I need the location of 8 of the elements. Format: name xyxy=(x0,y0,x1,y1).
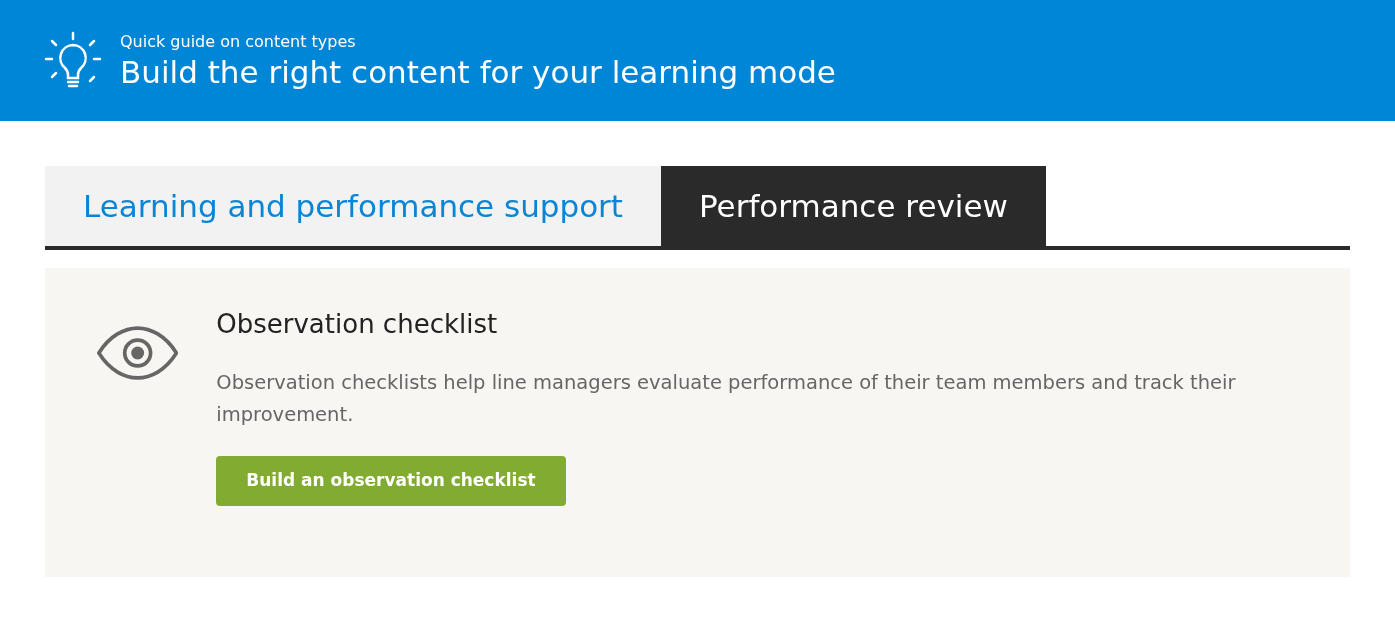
header-subtitle: Quick guide on content types xyxy=(120,31,357,52)
eye-icon xyxy=(97,324,179,382)
header-title: Build the right content for your learning mode xyxy=(120,52,836,92)
panel-title: Observation checklist xyxy=(216,308,499,340)
tab[interactable]: Learning and performance support xyxy=(45,166,662,246)
tab[interactable]: Performance review xyxy=(661,166,1046,246)
build-button[interactable]: Build an observation checklist xyxy=(216,456,566,506)
panel-description: Observation checklists help line managers evaluate performance of their team members and track their improvement. xyxy=(216,370,1237,428)
